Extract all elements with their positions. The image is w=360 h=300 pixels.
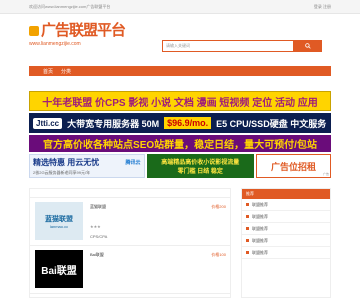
site-logo[interactable]: 广告联盟平台 www.lianmengzijie.com	[29, 19, 126, 57]
item-title[interactable]: Bai联盟	[90, 252, 104, 258]
ad-tencent[interactable]: 精选特惠 用云无忧 2核2G云服务器新老同享99元/年 腾讯云	[29, 154, 145, 178]
top-bar: 欢迎访问www.lianmengzijie.com广告联盟平台 登录 注册	[0, 0, 360, 14]
sidebar-title: 推荐	[242, 189, 330, 199]
for-rent-text: 广告位招租	[270, 162, 316, 173]
ad-row: 精选特惠 用云无忧 2核2G云服务器新老同享99元/年 腾讯云 高端精品高价收小…	[29, 154, 331, 178]
thumb-label: Bai联盟	[41, 265, 77, 277]
ad-green[interactable]: 高端精品高价收小说影视流量 零门槛 日结 稳定	[146, 154, 254, 178]
listing: 蓝猫联盟 lanmao.cc 蓝猫联盟 ★★★ CPS/CPA 价格200 Ba…	[29, 188, 231, 298]
search-input[interactable]: 请输入关键词	[162, 40, 294, 52]
ad-banner-2[interactable]: Jtti.cc 大带宽专用服务器 50M $96.9/mo. E5 CPU/SS…	[29, 113, 331, 133]
header: 广告联盟平台 www.lianmengzijie.com 请输入关键词	[0, 14, 360, 66]
bullet-icon	[246, 251, 249, 254]
banner-2-tail: E5 CPU/SSD硬盘 中文服务	[216, 118, 327, 129]
item-thumbnail[interactable]: 蓝猫联盟 lanmao.cc	[35, 202, 83, 240]
bullet-icon	[246, 239, 249, 242]
green-line1: 高端精品高价收小说影视流量	[161, 160, 240, 166]
sidebar-item[interactable]: 联盟推荐	[242, 235, 330, 247]
search-box: 请输入关键词	[162, 40, 322, 52]
green-line2: 零门槛 日结 稳定	[177, 169, 223, 175]
sidebar-item-label: 联盟推荐	[252, 213, 268, 219]
welcome-text: 欢迎访问www.lianmengzijie.com广告联盟平台	[29, 3, 111, 9]
list-item[interactable]: Bai联盟 Bai联盟 价格100	[30, 246, 230, 294]
item-type: CPS/CPA	[90, 234, 108, 239]
main-content: 蓝猫联盟 lanmao.cc 蓝猫联盟 ★★★ CPS/CPA 价格200 Ba…	[29, 188, 331, 298]
tencent-sub: 2核2G云服务器新老同享99元/年	[33, 170, 91, 175]
nav-home[interactable]: 首页	[39, 68, 57, 75]
ad-banner-1[interactable]: 十年老联盟 价CPS 影视 小说 文档 漫画 短视频 定位 活动 应用	[29, 91, 331, 111]
sidebar-item[interactable]: 联盟推荐	[242, 247, 330, 259]
sidebar-item-label: 联盟推荐	[252, 201, 268, 207]
banner-2-text: 大带宽专用服务器 50M	[67, 118, 160, 129]
login-links[interactable]: 登录 注册	[314, 4, 331, 10]
sidebar-item-label: 联盟推荐	[252, 225, 268, 231]
ad-for-rent[interactable]: 广告位招租 广告	[256, 154, 331, 178]
search-button[interactable]	[294, 40, 322, 52]
bullet-icon	[246, 215, 249, 218]
logo-url: www.lianmengzijie.com	[29, 41, 81, 47]
search-icon	[305, 43, 311, 49]
thumb-label: 蓝猫联盟	[45, 215, 73, 223]
item-title[interactable]: 蓝猫联盟	[90, 204, 106, 210]
sidebar-item[interactable]: 联盟推荐	[242, 211, 330, 223]
bullet-icon	[246, 203, 249, 206]
list-item[interactable]: 蓝猫联盟 lanmao.cc 蓝猫联盟 ★★★ CPS/CPA 价格200	[30, 198, 230, 246]
sidebar: 推荐 联盟推荐 联盟推荐 联盟推荐 联盟推荐 联盟推荐	[241, 188, 331, 298]
sidebar-item-label: 联盟推荐	[252, 249, 268, 255]
sidebar-item[interactable]: 联盟推荐	[242, 223, 330, 235]
logo-mark-icon	[29, 26, 39, 36]
ad-banner-3[interactable]: 官方高价收各种站点SEO站群量，稳定日结，量大可预付/包站	[29, 135, 331, 152]
banner-2-price: $96.9/mo.	[164, 117, 212, 129]
item-thumbnail[interactable]: Bai联盟	[35, 250, 83, 288]
list-header	[30, 189, 230, 198]
ad-tag: 广告	[322, 172, 329, 176]
item-price: 价格200	[211, 204, 226, 209]
logo-title: 广告联盟平台	[41, 21, 126, 39]
tencent-brand: 腾讯云	[125, 160, 141, 166]
thumb-sub: lanmao.cc	[49, 223, 69, 229]
item-price: 价格100	[211, 252, 226, 257]
nav-category[interactable]: 分类	[57, 68, 75, 75]
sidebar-item[interactable]: 联盟推荐	[242, 199, 330, 211]
item-rating: ★★★	[90, 224, 101, 229]
sidebar-item-label: 联盟推荐	[252, 237, 268, 243]
jtti-logo: Jtti.cc	[33, 117, 63, 129]
bullet-icon	[246, 227, 249, 230]
main-nav: 首页 分类	[29, 66, 331, 76]
